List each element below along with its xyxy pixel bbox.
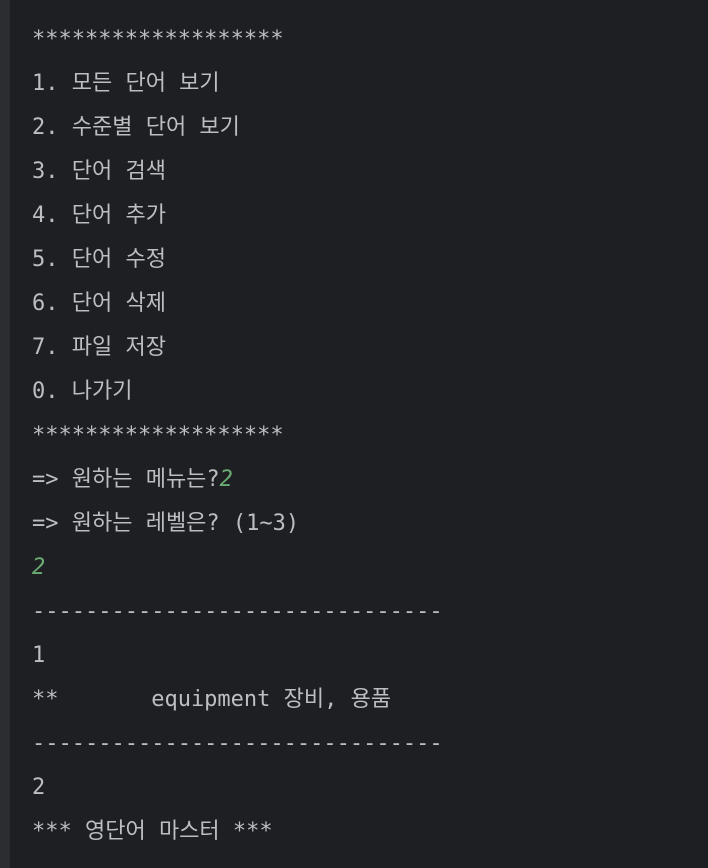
console-line-text: 2. 수준별 단어 보기 (32, 115, 240, 140)
console-line: 2 (32, 766, 443, 810)
console-line: 4. 단어 추가 (32, 194, 443, 238)
console-line-text: 3. 단어 검색 (32, 159, 166, 184)
console-line-text: ** equipment 장비, 용품 (32, 687, 392, 712)
console-line-text: ******************* (32, 423, 284, 448)
console-prompt-text: => 원하는 레벨은? (1~3) (32, 511, 300, 536)
console-line: 1 (32, 634, 443, 678)
console-line: ------------------------------- (32, 590, 443, 634)
console-line: ------------------------------- (32, 722, 443, 766)
console-line: => 원하는 레벨은? (1~3) (32, 502, 443, 546)
console-line-text: 1 (32, 643, 46, 668)
console-line: ******************* (32, 414, 443, 458)
console-line-text: 5. 단어 수정 (32, 247, 166, 272)
console-output[interactable]: ******************* 1. 모든 단어 보기 2. 수준별 단… (10, 0, 708, 868)
console-line: *** 영단어 마스터 *** (32, 810, 443, 854)
console-line-text: 7. 파일 저장 (32, 335, 166, 360)
user-input-text: 2 (219, 467, 233, 492)
console-line: 3. 단어 검색 (32, 150, 443, 194)
console-lines: ******************* 1. 모든 단어 보기 2. 수준별 단… (32, 18, 443, 854)
console-line: 6. 단어 삭제 (32, 282, 443, 326)
console-gutter (0, 0, 10, 868)
console-line: 2. 수준별 단어 보기 (32, 106, 443, 150)
console-line-text: 1. 모든 단어 보기 (32, 71, 220, 96)
console-line-text: 6. 단어 삭제 (32, 291, 166, 316)
console-line-text: 4. 단어 추가 (32, 203, 166, 228)
user-input-text: 2 (32, 555, 46, 580)
console-line: ******************* (32, 18, 443, 62)
console-line: 1. 모든 단어 보기 (32, 62, 443, 106)
console-line-text: ******************* (32, 27, 284, 52)
console-line: 7. 파일 저장 (32, 326, 443, 370)
console-line: 5. 단어 수정 (32, 238, 443, 282)
console-line-text: 0. 나가기 (32, 379, 133, 404)
console-prompt-text: => 원하는 메뉴는? (32, 467, 220, 492)
console-line: 2 (32, 546, 443, 590)
console-line: 0. 나가기 (32, 370, 443, 414)
console-line: => 원하는 메뉴는?2 (32, 458, 443, 502)
console-divider-text: ------------------------------- (32, 599, 443, 624)
console-line-text: *** 영단어 마스터 *** (32, 819, 273, 844)
console-line: ** equipment 장비, 용품 (32, 678, 443, 722)
console-line-text: 2 (32, 775, 46, 800)
console-divider-text: ------------------------------- (32, 731, 443, 756)
